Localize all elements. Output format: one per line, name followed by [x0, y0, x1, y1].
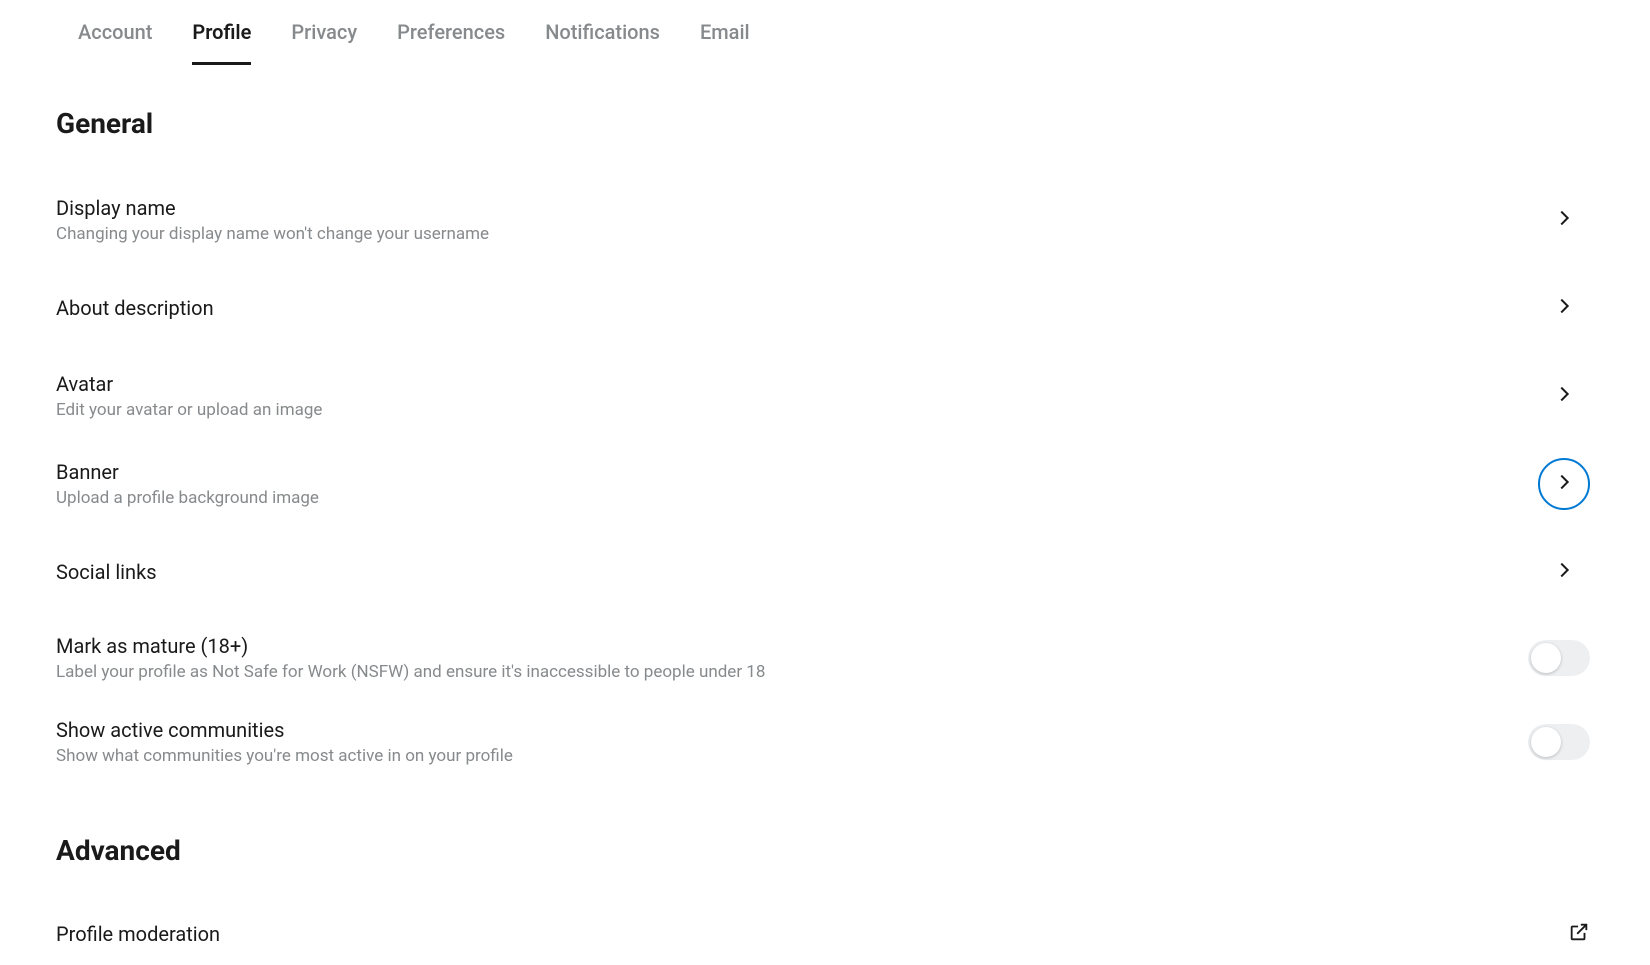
chevron-button[interactable]	[1538, 546, 1590, 598]
setting-control	[1538, 282, 1594, 334]
setting-text: About description	[56, 296, 214, 320]
setting-desc: Upload a profile background image	[56, 488, 319, 508]
setting-display-name[interactable]: Display name Changing your display name …	[56, 176, 1594, 264]
setting-control	[1528, 724, 1594, 760]
tab-email[interactable]: Email	[700, 20, 750, 65]
chevron-right-icon	[1553, 471, 1575, 497]
section-title-advanced: Advanced	[56, 834, 1594, 867]
setting-label: Mark as mature (18+)	[56, 634, 765, 658]
tab-privacy[interactable]: Privacy	[291, 20, 357, 65]
setting-social-links[interactable]: Social links	[56, 528, 1594, 616]
toggle-mature[interactable]	[1528, 640, 1590, 676]
setting-label: About description	[56, 296, 214, 320]
setting-label: Show active communities	[56, 718, 513, 742]
setting-mark-mature[interactable]: Mark as mature (18+) Label your profile …	[56, 616, 1594, 700]
setting-text: Social links	[56, 560, 157, 584]
section-title-general: General	[56, 107, 1594, 140]
setting-label: Social links	[56, 560, 157, 584]
setting-control	[1528, 640, 1594, 676]
setting-control	[1568, 921, 1594, 947]
setting-desc: Label your profile as Not Safe for Work …	[56, 662, 765, 682]
chevron-button[interactable]	[1538, 458, 1590, 510]
setting-text: Show active communities Show what commun…	[56, 718, 513, 766]
setting-control	[1538, 546, 1594, 598]
advanced-settings-list: Profile moderation	[56, 903, 1594, 965]
setting-control	[1538, 370, 1594, 422]
setting-text: Banner Upload a profile background image	[56, 460, 319, 508]
tab-profile[interactable]: Profile	[192, 20, 251, 65]
chevron-right-icon	[1553, 559, 1575, 585]
toggle-knob	[1531, 727, 1561, 757]
setting-label: Avatar	[56, 372, 322, 396]
chevron-button[interactable]	[1538, 194, 1590, 246]
setting-avatar[interactable]: Avatar Edit your avatar or upload an ima…	[56, 352, 1594, 440]
setting-desc: Edit your avatar or upload an image	[56, 400, 322, 420]
chevron-button[interactable]	[1538, 282, 1590, 334]
setting-control	[1538, 458, 1594, 510]
setting-control	[1538, 194, 1594, 246]
setting-text: Avatar Edit your avatar or upload an ima…	[56, 372, 322, 420]
settings-tabs: Account Profile Privacy Preferences Noti…	[56, 0, 1594, 65]
settings-container: Account Profile Privacy Preferences Noti…	[0, 0, 1650, 965]
tab-preferences[interactable]: Preferences	[397, 20, 505, 65]
chevron-right-icon	[1553, 295, 1575, 321]
external-link-icon	[1568, 921, 1590, 947]
setting-text: Display name Changing your display name …	[56, 196, 489, 244]
setting-profile-moderation[interactable]: Profile moderation	[56, 903, 1594, 965]
general-settings-list: Display name Changing your display name …	[56, 176, 1594, 784]
setting-desc: Changing your display name won't change …	[56, 224, 489, 244]
setting-text: Mark as mature (18+) Label your profile …	[56, 634, 765, 682]
setting-desc: Show what communities you're most active…	[56, 746, 513, 766]
setting-label: Profile moderation	[56, 922, 220, 946]
toggle-active-communities[interactable]	[1528, 724, 1590, 760]
setting-show-active-communities[interactable]: Show active communities Show what commun…	[56, 700, 1594, 784]
toggle-knob	[1531, 643, 1561, 673]
setting-about-description[interactable]: About description	[56, 264, 1594, 352]
chevron-right-icon	[1553, 383, 1575, 409]
setting-banner[interactable]: Banner Upload a profile background image	[56, 440, 1594, 528]
setting-label: Display name	[56, 196, 489, 220]
chevron-button[interactable]	[1538, 370, 1590, 422]
setting-label: Banner	[56, 460, 319, 484]
tab-account[interactable]: Account	[78, 20, 152, 65]
setting-text: Profile moderation	[56, 922, 220, 946]
chevron-right-icon	[1553, 207, 1575, 233]
tab-notifications[interactable]: Notifications	[545, 20, 660, 65]
